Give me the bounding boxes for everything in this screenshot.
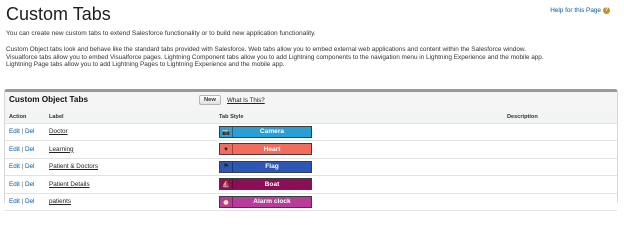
delete-link[interactable]: Del	[25, 163, 34, 170]
table-row: Edit | Del Patient Details ⛵ Boat	[5, 175, 617, 194]
row-label-cell: Patient Details	[45, 175, 215, 194]
row-description-cell	[503, 175, 617, 194]
tab-label-link[interactable]: Patient & Doctors	[49, 163, 98, 170]
table-row: Edit | Del Doctor 📷 Camera	[5, 123, 617, 141]
tab-style-name: Boat	[264, 180, 280, 188]
edit-link[interactable]: Edit	[9, 198, 20, 205]
tab-label-link[interactable]: Patient Details	[49, 181, 90, 188]
help-link-label: Help for this Page	[550, 7, 601, 15]
column-header-description: Description	[503, 111, 617, 124]
row-description-cell	[503, 140, 617, 159]
action-separator: |	[21, 163, 24, 171]
table-row: Edit | Del Patient & Doctors ⚑ Flag	[5, 158, 617, 176]
row-style-cell: ♥ Heart	[215, 140, 503, 159]
tab-style-name: Camera	[259, 128, 285, 136]
row-style-cell: ⏰ Alarm clock	[215, 193, 503, 211]
description-line: Visualforce tabs allow you to embed Visu…	[6, 53, 544, 61]
row-actions: Edit | Del	[5, 175, 45, 194]
action-separator: |	[21, 180, 24, 188]
tabs-table: Action Label Tab Style Description Edit …	[5, 111, 617, 211]
delete-link[interactable]: Del	[25, 128, 34, 135]
action-separator: |	[21, 145, 24, 153]
heart-icon: ♥	[220, 144, 233, 155]
tab-style-swatch: ⚑ Flag	[219, 160, 312, 173]
boat-icon: ⛵	[220, 179, 233, 190]
tab-style-name: Heart	[263, 145, 281, 153]
table-row: Edit | Del Learning ♥ Heart	[5, 140, 617, 159]
row-label-cell: Patient & Doctors	[45, 158, 215, 176]
column-header-action: Action	[5, 111, 45, 124]
tab-style-swatch: 📷 Camera	[219, 125, 312, 138]
row-description-cell	[503, 158, 617, 176]
tab-style-swatch: ♥ Heart	[219, 143, 312, 156]
row-label-cell: Doctor	[45, 123, 215, 141]
table-header-row: Action Label Tab Style Description	[5, 111, 617, 124]
page-title: Custom Tabs	[6, 4, 111, 24]
action-separator: |	[21, 128, 24, 136]
row-description-cell	[503, 123, 617, 141]
camera-icon: 📷	[220, 126, 233, 137]
row-style-cell: ⛵ Boat	[215, 175, 503, 194]
delete-link[interactable]: Del	[25, 198, 34, 205]
flag-icon: ⚑	[220, 161, 233, 172]
action-separator: |	[21, 198, 24, 206]
panel-title: Custom Object Tabs	[9, 95, 89, 104]
delete-link[interactable]: Del	[25, 146, 34, 153]
delete-link[interactable]: Del	[25, 181, 34, 188]
table-row: Edit | Del patients ⏰ Alarm clock	[5, 193, 617, 211]
row-style-cell: ⚑ Flag	[215, 158, 503, 176]
row-label-cell: Learning	[45, 140, 215, 159]
row-actions: Edit | Del	[5, 123, 45, 141]
edit-link[interactable]: Edit	[9, 146, 20, 153]
intro-text: You can create new custom tabs to extend…	[6, 30, 316, 37]
panel-header: Custom Object Tabs New What Is This?	[5, 92, 617, 109]
row-style-cell: 📷 Camera	[215, 123, 503, 141]
row-label-cell: patients	[45, 193, 215, 211]
column-header-tab-style: Tab Style	[215, 111, 503, 124]
edit-link[interactable]: Edit	[9, 181, 20, 188]
column-header-label: Label	[45, 111, 215, 124]
new-button[interactable]: New	[199, 95, 221, 105]
tab-label-link[interactable]: Learning	[49, 146, 74, 153]
row-actions: Edit | Del	[5, 158, 45, 176]
description-line: Custom Object tabs look and behave like …	[6, 46, 526, 53]
tab-style-swatch: ⏰ Alarm clock	[219, 195, 312, 208]
help-icon: ?	[603, 7, 610, 14]
row-actions: Edit | Del	[5, 140, 45, 159]
row-actions: Edit | Del	[5, 193, 45, 211]
alarm-clock-icon: ⏰	[220, 196, 233, 207]
tab-style-name: Flag	[265, 163, 279, 171]
description-text: Custom Object tabs look and behave like …	[6, 46, 618, 69]
tab-style-name: Alarm clock	[253, 198, 291, 206]
edit-link[interactable]: Edit	[9, 128, 20, 135]
help-link[interactable]: Help for this Page?	[550, 7, 610, 14]
tab-label-link[interactable]: patients	[49, 198, 71, 205]
edit-link[interactable]: Edit	[9, 163, 20, 170]
custom-object-tabs-panel: Custom Object Tabs New What Is This? Act…	[4, 89, 618, 211]
what-is-this-link[interactable]: What Is This?	[227, 97, 265, 104]
tab-style-swatch: ⛵ Boat	[219, 178, 312, 191]
description-line: Lightning Page tabs allow you to add Lig…	[6, 61, 285, 69]
row-description-cell	[503, 193, 617, 211]
tab-label-link[interactable]: Doctor	[49, 128, 68, 135]
